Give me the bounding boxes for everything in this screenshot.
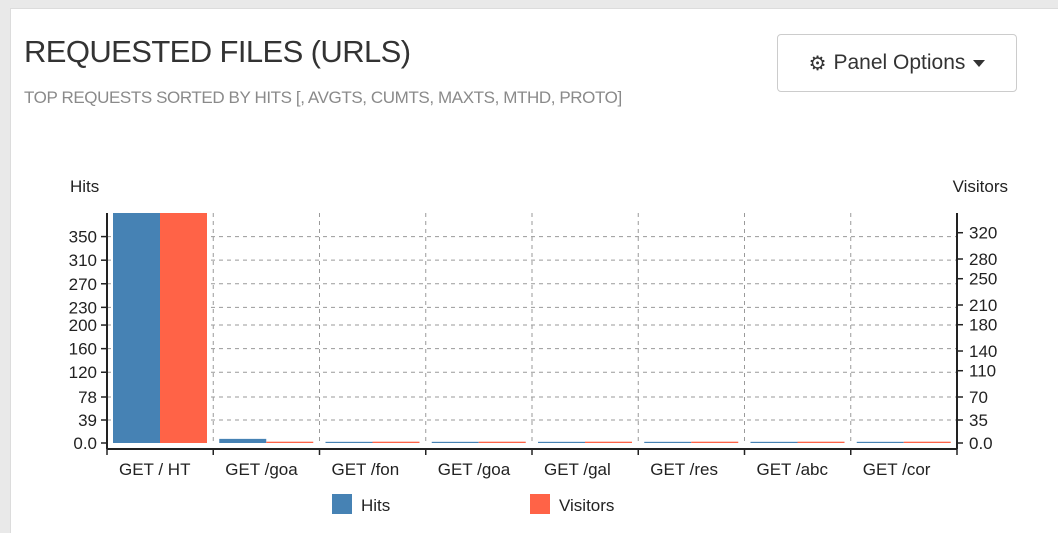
y-tick-label-left: 350 (69, 228, 97, 247)
bar-hits[interactable] (538, 441, 585, 443)
legend-label-hits: Hits (361, 496, 390, 515)
y-tick-label-right: 210 (969, 296, 997, 315)
legend-swatch-visitors[interactable] (530, 494, 550, 514)
x-tick-label: GET /gal (544, 460, 611, 479)
bar-visitors[interactable] (691, 441, 739, 443)
y-axis-title-right: Visitors (953, 177, 1008, 196)
y-tick-label-left: 0.0 (73, 434, 97, 453)
y-tick-label-left: 39 (78, 411, 97, 430)
bar-hits[interactable] (856, 441, 904, 443)
bar-visitors[interactable] (903, 441, 951, 443)
x-tick-label: GET /abc (757, 460, 829, 479)
bar-visitors[interactable] (478, 441, 526, 443)
y-tick-label-right: 110 (969, 362, 996, 381)
y-tick-label-left: 200 (69, 316, 97, 335)
y-tick-label-right: 320 (969, 224, 997, 243)
y-tick-label-right: 70 (969, 388, 988, 407)
y-tick-label-right: 180 (969, 316, 997, 335)
y-axis-title-left: Hits (70, 177, 99, 196)
bar-hits[interactable] (431, 441, 479, 443)
y-tick-label-left: 270 (69, 275, 97, 294)
bar-visitors[interactable] (266, 441, 314, 443)
y-tick-label-right: 250 (969, 270, 997, 289)
y-tick-label-right: 140 (969, 342, 997, 361)
x-tick-label: GET /cor (863, 460, 931, 479)
bar-hits[interactable] (325, 441, 373, 443)
y-tick-label-left: 78 (78, 388, 97, 407)
y-tick-label-left: 230 (69, 298, 97, 317)
y-tick-label-right: 280 (969, 250, 997, 269)
bar-hits[interactable] (113, 213, 160, 443)
legend-swatch-hits[interactable] (332, 494, 352, 514)
x-tick-label: GET /goa (225, 460, 298, 479)
y-tick-label-left: 160 (69, 340, 97, 359)
x-tick-label: GET /fon (332, 460, 400, 479)
bar-visitors[interactable] (372, 441, 420, 443)
bar-hits[interactable] (219, 438, 267, 443)
x-tick-label: GET / HT (119, 460, 190, 479)
y-tick-label-left: 310 (69, 251, 97, 270)
x-tick-label: GET /res (650, 460, 718, 479)
y-tick-label-right: 0.0 (969, 434, 993, 453)
legend-label-visitors: Visitors (559, 496, 614, 515)
x-tick-label: GET /goa (438, 460, 511, 479)
bar-visitors[interactable] (585, 441, 632, 443)
bar-visitors[interactable] (797, 441, 845, 443)
bar-hits[interactable] (750, 441, 798, 443)
y-tick-label-right: 35 (969, 411, 988, 430)
bar-visitors[interactable] (160, 213, 207, 443)
bar-hits[interactable] (644, 441, 692, 443)
y-tick-label-left: 120 (69, 363, 97, 382)
requests-chart: 0.0 39 78 120 160 200230 270 310 350 0.0 35 70 11014… (69, 177, 1008, 515)
